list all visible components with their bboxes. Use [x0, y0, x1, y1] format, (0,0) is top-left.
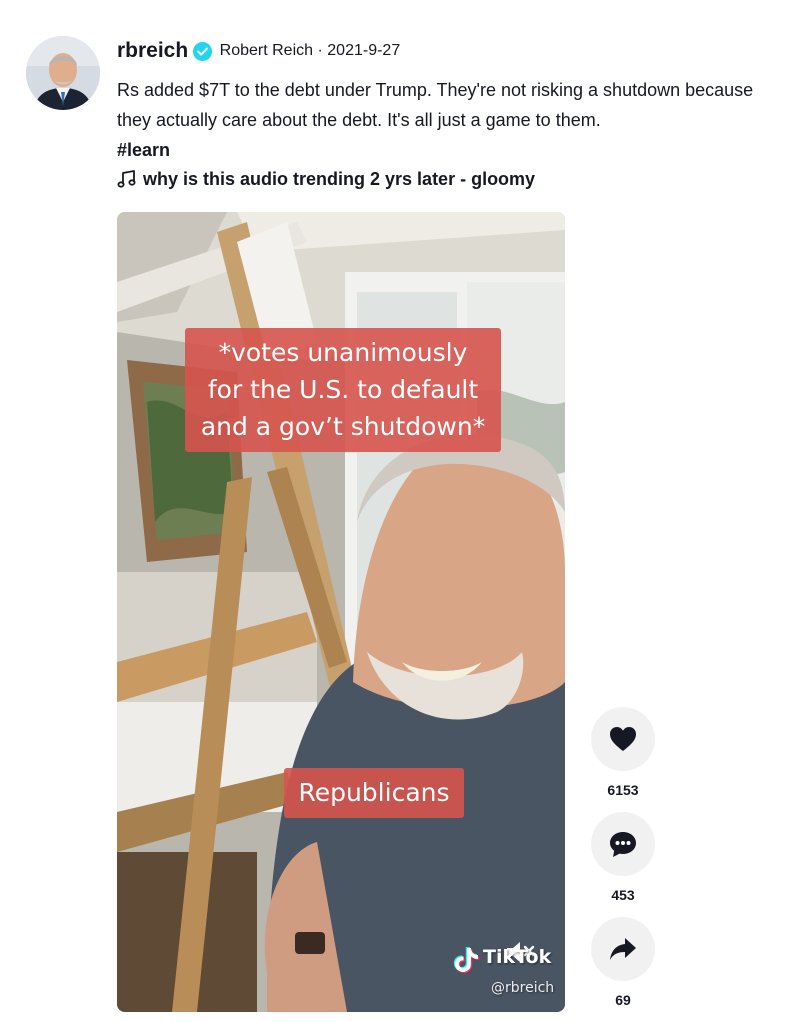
like-count: 6153 [607, 782, 639, 798]
share-arrow-icon [608, 936, 638, 962]
post-date: 2021-9-27 [327, 42, 401, 59]
music-note-icon [117, 169, 137, 189]
share-action: 69 [591, 917, 655, 1009]
comment-button[interactable] [591, 812, 655, 876]
music-title: why is this audio trending 2 yrs later -… [143, 169, 536, 189]
author-nickname: Robert Reich [219, 42, 314, 59]
share-count: 69 [615, 992, 631, 1008]
hashtag-link[interactable]: #learn [117, 140, 170, 160]
music-link[interactable]: why is this audio trending 2 yrs later -… [117, 169, 535, 190]
overlay-line: for the U.S. to default [207, 375, 479, 404]
meta-separator: · [317, 42, 323, 59]
tiktok-wordmark: TikTok [483, 946, 552, 968]
comment-icon [608, 829, 638, 859]
like-button[interactable] [591, 707, 655, 771]
avatar[interactable] [26, 36, 100, 110]
overlay-line: and a gov’t shutdown* [200, 412, 486, 441]
video-player[interactable]: *votes unanimously for the U.S. to defau… [117, 212, 565, 1012]
video-post: rbreich Robert Reich · 2021-9-27 Rs adde… [0, 0, 808, 1022]
author-username[interactable]: rbreich [117, 39, 188, 62]
overlay-line: *votes unanimously [218, 338, 468, 367]
video-overlay-caption: *votes unanimously for the U.S. to defau… [185, 328, 501, 452]
caption-text: Rs added $7T to the debt under Trump. Th… [117, 80, 754, 130]
verified-badge-icon [193, 41, 213, 61]
watermark-handle: @rbreich [491, 980, 555, 996]
video-overlay-label: Republicans [284, 768, 464, 818]
author-meta: rbreich Robert Reich · 2021-9-27 [117, 39, 400, 63]
tiktok-watermark: TikTok @rbreich [451, 944, 561, 1004]
like-action: 6153 [591, 707, 655, 799]
post-caption: Rs added $7T to the debt under Trump. Th… [117, 75, 789, 165]
comment-count: 453 [611, 887, 635, 903]
tiktok-logo-icon [451, 944, 481, 974]
share-button[interactable] [591, 917, 655, 981]
comment-action: 453 [591, 812, 655, 904]
heart-icon [608, 725, 638, 753]
